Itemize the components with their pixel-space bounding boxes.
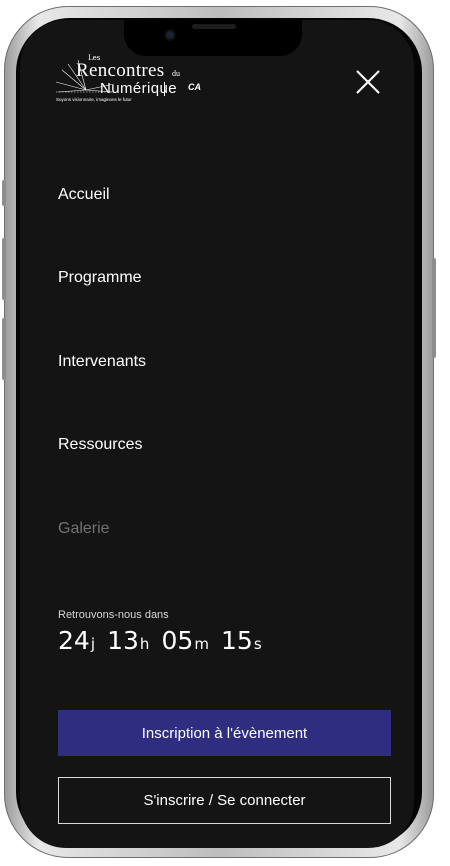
register-event-button[interactable]: Inscription à l'évènement xyxy=(58,710,391,756)
close-menu-button[interactable] xyxy=(354,68,382,96)
nav-item-ressources[interactable]: Ressources xyxy=(58,436,142,454)
logo-tagline: Soyons visionnaire, imaginons le futur xyxy=(56,97,132,102)
brand-logo-icon: CA xyxy=(188,82,201,92)
nav-item-programme[interactable]: Programme xyxy=(58,269,142,287)
register-event-label: Inscription à l'évènement xyxy=(141,724,308,742)
mute-switch xyxy=(2,180,6,206)
countdown-timer: 24j 13h 05m 15s xyxy=(58,626,269,655)
volume-up-button xyxy=(2,238,6,300)
volume-down-button xyxy=(2,318,6,380)
logo-rencontres: Rencontres xyxy=(76,60,165,81)
nav-item-accueil[interactable]: Accueil xyxy=(58,186,110,204)
countdown-minutes-unit: m xyxy=(194,635,209,653)
login-button[interactable]: S'inscrire / Se connecter xyxy=(58,777,391,824)
countdown-minutes: 05 xyxy=(161,626,194,655)
logo-du: du xyxy=(172,69,180,78)
close-icon xyxy=(356,70,380,94)
notch xyxy=(124,20,302,56)
countdown-days: 24 xyxy=(58,626,90,655)
app-screen: Les Rencontres du Numérique CA Soyons vi… xyxy=(20,20,414,848)
speaker-grille xyxy=(192,24,236,29)
login-label: S'inscrire / Se connecter xyxy=(143,792,306,809)
nav-item-galerie[interactable]: Galerie xyxy=(58,520,110,538)
countdown-days-unit: j xyxy=(90,635,95,653)
logo-divider xyxy=(164,82,165,96)
countdown-seconds: 15 xyxy=(221,626,253,655)
power-button xyxy=(432,258,436,358)
nav-item-intervenants[interactable]: Intervenants xyxy=(58,353,146,371)
countdown-hours-unit: h xyxy=(139,635,150,653)
countdown-hours: 13 xyxy=(107,626,139,655)
countdown-seconds-unit: s xyxy=(253,635,262,653)
logo-numerique: Numérique xyxy=(100,80,177,97)
site-logo[interactable]: Les Rencontres du Numérique CA Soyons vi… xyxy=(56,54,216,138)
camera-icon xyxy=(166,31,174,39)
countdown-label: Retrouvons-nous dans xyxy=(58,609,169,621)
